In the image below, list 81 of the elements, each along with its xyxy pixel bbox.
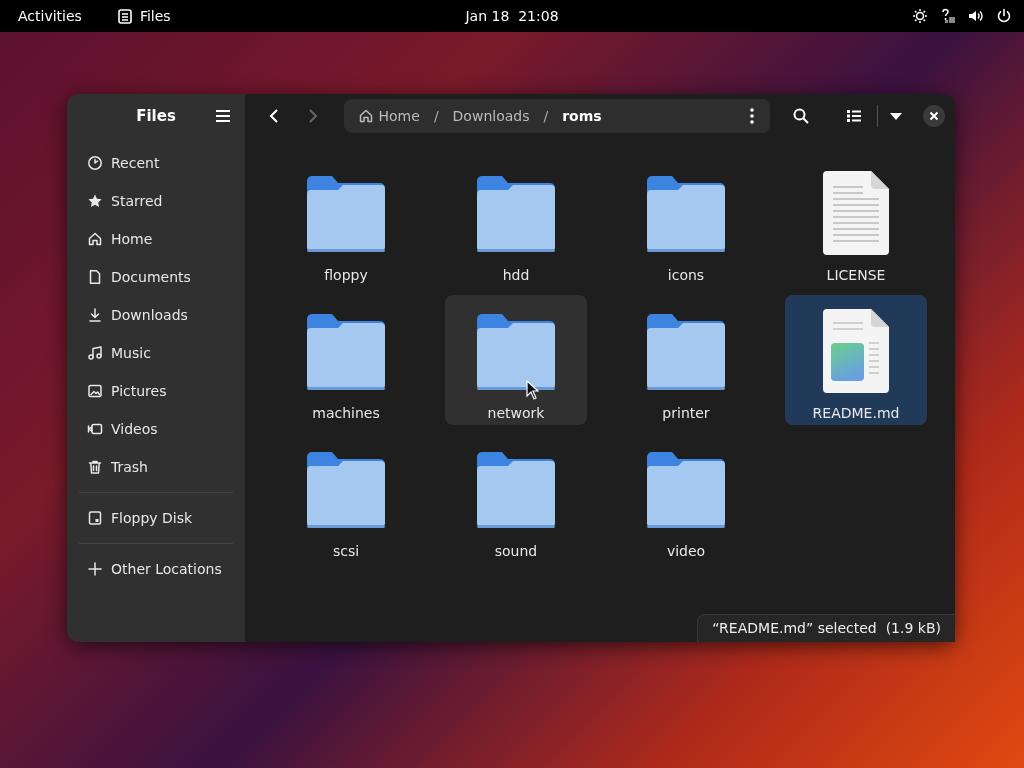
search-icon <box>793 108 810 124</box>
sidebar-item[interactable]: Pictures <box>75 372 237 410</box>
file-name: hdd <box>502 267 530 283</box>
file-item[interactable]: video <box>615 433 757 563</box>
folder-icon <box>647 313 725 393</box>
sidebar-item[interactable]: Downloads <box>75 296 237 334</box>
close-button[interactable] <box>923 105 945 127</box>
file-name: network <box>487 405 545 421</box>
download-icon <box>87 307 103 323</box>
chevron-right-icon <box>307 108 318 124</box>
picture-icon <box>87 383 103 399</box>
markdown-document-icon <box>823 309 889 393</box>
volume-icon[interactable] <box>968 8 984 24</box>
file-item[interactable]: network <box>445 295 587 425</box>
brightness-icon[interactable] <box>912 8 928 24</box>
folder-icon <box>477 313 555 393</box>
star-icon <box>87 193 103 209</box>
document-icon <box>87 269 103 285</box>
app-name[interactable]: Files <box>139 8 171 24</box>
sidebar-item[interactable]: Videos <box>75 410 237 448</box>
folder-icon <box>647 175 725 255</box>
vertical-dots-icon <box>750 108 755 124</box>
file-name: machines <box>312 405 380 421</box>
sidebar-title: Files <box>136 107 176 125</box>
file-name: LICENSE <box>826 267 886 283</box>
file-item[interactable]: printer <box>615 295 757 425</box>
sidebar-item[interactable]: Music <box>75 334 237 372</box>
folder-icon <box>477 175 555 255</box>
sidebar-item[interactable]: Starred <box>75 182 237 220</box>
file-item[interactable]: hdd <box>445 157 587 287</box>
activities-button[interactable]: Activities <box>18 8 82 24</box>
video-camera-icon <box>87 421 103 437</box>
path-crumb[interactable]: roms <box>558 108 606 124</box>
status-label: “README.md” selected (1.9 kB) <box>697 614 955 642</box>
file-item[interactable]: LICENSE <box>785 157 927 287</box>
sidebar-item[interactable]: Documents <box>75 258 237 296</box>
file-item[interactable]: machines <box>275 295 417 425</box>
file-name: floppy <box>324 267 368 283</box>
plus-icon <box>87 561 103 577</box>
close-icon <box>929 111 940 121</box>
sidebar-item[interactable]: Floppy Disk <box>75 499 237 537</box>
home-icon <box>357 108 374 124</box>
file-name: printer <box>662 405 710 421</box>
file-item[interactable]: icons <box>615 157 757 287</box>
trash-icon <box>87 459 103 475</box>
clock[interactable]: Jan 18 21:08 <box>465 8 559 24</box>
caret-down-icon <box>889 112 902 120</box>
file-cabinet-icon <box>117 8 132 24</box>
network-unknown-icon[interactable] <box>940 8 956 24</box>
file-item[interactable]: floppy <box>275 157 417 287</box>
path-crumb[interactable]: Home <box>353 108 424 124</box>
music-note-icon <box>87 345 103 361</box>
path-crumb[interactable]: Downloads <box>448 108 534 124</box>
file-item[interactable]: scsi <box>275 433 417 563</box>
sidebar-item[interactable]: Recent <box>75 144 237 182</box>
menu-icon <box>215 109 231 123</box>
sidebar-item[interactable]: Trash <box>75 448 237 486</box>
file-item[interactable]: sound <box>445 433 587 563</box>
file-item[interactable]: README.md <box>785 295 927 425</box>
sidebar-item[interactable]: Other Locations <box>75 550 237 588</box>
path-separator: / <box>542 108 550 124</box>
folder-icon <box>647 451 725 531</box>
folder-icon <box>307 313 385 393</box>
folder-icon <box>477 451 555 531</box>
file-name: sound <box>494 543 538 559</box>
sidebar-item[interactable]: Home <box>75 220 237 258</box>
file-name: icons <box>667 267 705 283</box>
home-icon <box>87 231 103 247</box>
path-separator: / <box>432 108 440 124</box>
chevron-left-icon <box>268 108 279 124</box>
file-name: README.md <box>812 405 900 421</box>
power-icon[interactable] <box>996 8 1012 24</box>
text-document-icon <box>823 171 889 255</box>
drive-icon <box>87 510 103 526</box>
file-name: scsi <box>332 543 360 559</box>
pointer-icon <box>526 380 539 400</box>
folder-icon <box>307 175 385 255</box>
file-name: video <box>666 543 706 559</box>
folder-icon <box>307 451 385 531</box>
list-icon <box>846 109 863 123</box>
clock-icon <box>87 155 103 171</box>
